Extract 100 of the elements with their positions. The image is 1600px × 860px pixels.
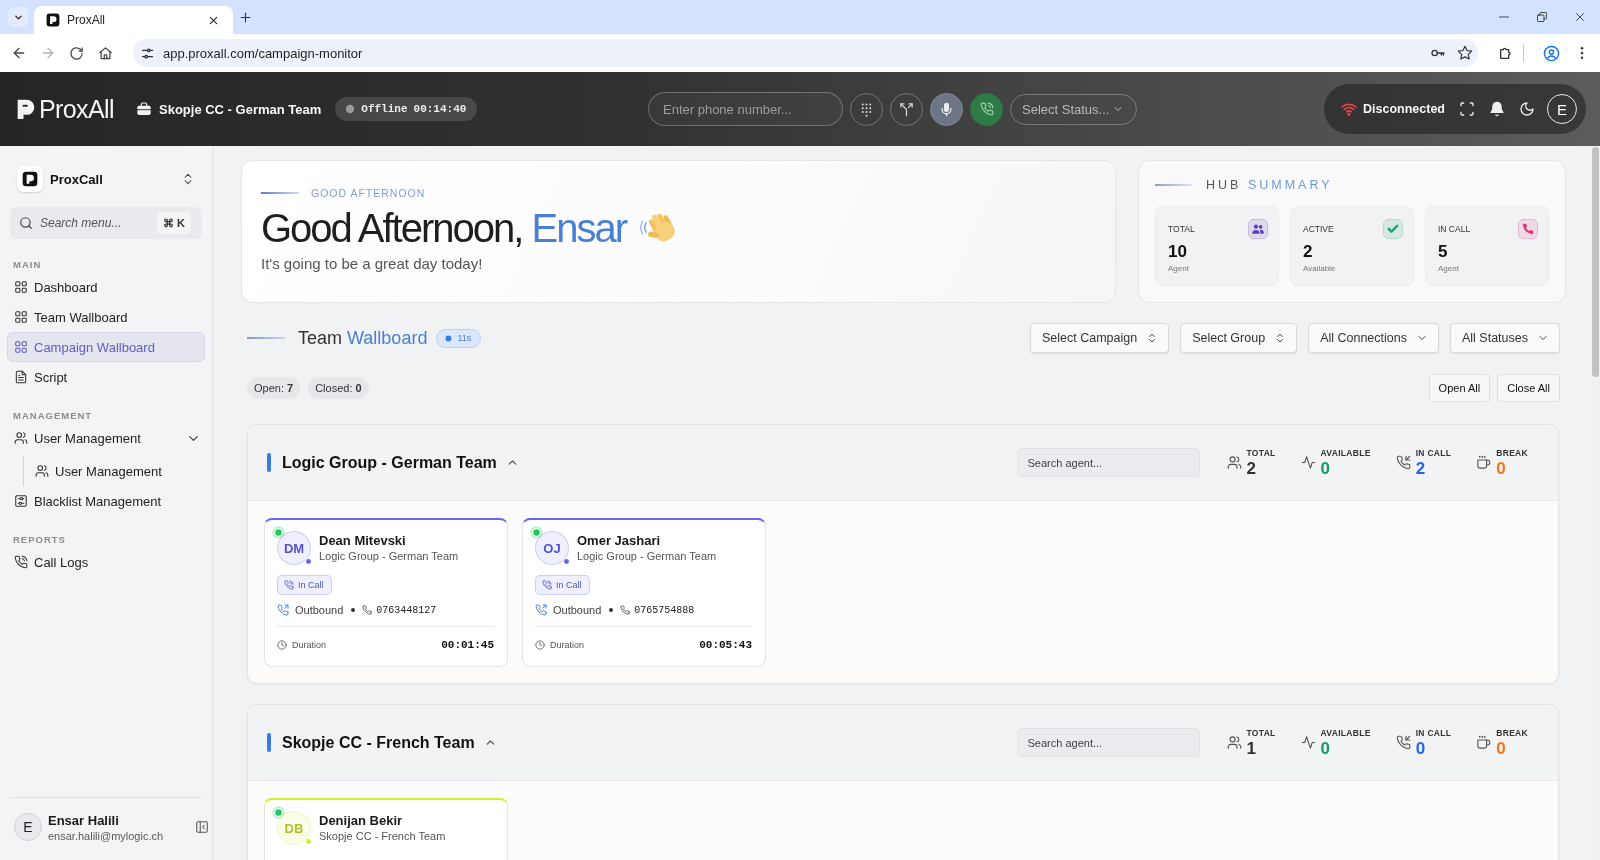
scrollbar-thumb[interactable] bbox=[1592, 147, 1599, 377]
coffee-cup-icon bbox=[1476, 735, 1492, 750]
stat-value: 2 bbox=[1246, 458, 1257, 478]
sidebar-item[interactable]: User Management bbox=[28, 456, 205, 486]
call-duration: 00:05:43 bbox=[699, 639, 752, 651]
url-text: app.proxall.com/campaign-monitor bbox=[163, 45, 363, 61]
browser-tab[interactable]: ProxAll bbox=[34, 6, 233, 34]
keyboard-shortcut: ⌘ K bbox=[157, 212, 191, 234]
sidebar-item[interactable]: Campaign Wallboard bbox=[7, 332, 205, 362]
filter-dropdown[interactable]: All Connections bbox=[1308, 323, 1439, 353]
stat-value: 0 bbox=[1415, 738, 1427, 758]
stat-value: 0 bbox=[1320, 738, 1332, 758]
sidebar-item[interactable]: Dashboard bbox=[7, 272, 205, 302]
filter-dropdown[interactable]: Select Campaign bbox=[1029, 323, 1170, 353]
tile-caption: Agent bbox=[1168, 264, 1190, 274]
call-direction: Outbound bbox=[295, 604, 344, 616]
live-dot-icon bbox=[445, 334, 453, 342]
sidebar-item[interactable]: Blacklist Management bbox=[7, 486, 205, 516]
tile-caption: Available bbox=[1303, 264, 1337, 274]
puzzle-piece-icon[interactable] bbox=[1498, 45, 1514, 61]
phone-icon bbox=[284, 580, 294, 590]
agent-avatar: DB bbox=[277, 811, 311, 845]
sliders-icon bbox=[14, 494, 28, 508]
briefcase-icon bbox=[136, 101, 152, 117]
dialpad-icon bbox=[859, 101, 874, 117]
stat-value: 0 bbox=[1320, 458, 1332, 478]
sidebar-item[interactable]: User Management bbox=[7, 423, 205, 453]
close-icon[interactable] bbox=[1574, 11, 1586, 23]
section-heading: MANAGEMENT bbox=[12, 409, 94, 423]
address-bar[interactable]: app.proxall.com/campaign-monitor bbox=[133, 39, 1478, 67]
users-icon bbox=[1248, 219, 1268, 239]
fullscreen-icon[interactable] bbox=[1459, 101, 1475, 117]
users-icon bbox=[1226, 735, 1242, 750]
search-icon bbox=[19, 216, 33, 230]
agent-name: Denijan Bekir bbox=[319, 813, 404, 829]
stat-label: AVAILABLE bbox=[1320, 447, 1371, 459]
check-icon bbox=[1383, 219, 1403, 239]
agent-card[interactable]: DB Denijan Bekir Skopje CC - French Team bbox=[264, 798, 508, 860]
count-chip: Open: 7 bbox=[247, 377, 301, 399]
notifications-bell-icon[interactable] bbox=[1489, 101, 1505, 117]
action-button[interactable]: Open All bbox=[1428, 374, 1491, 402]
agent-search-field[interactable]: Search agent... bbox=[1016, 728, 1200, 757]
sidebar-item[interactable]: Call Logs bbox=[7, 547, 205, 577]
bullet-icon bbox=[609, 608, 614, 612]
sidebar-item[interactable]: Script bbox=[7, 362, 205, 392]
home-icon[interactable] bbox=[98, 45, 113, 61]
app-logo-icon bbox=[46, 13, 60, 27]
duration-label: Duration bbox=[550, 640, 585, 650]
grid-icon bbox=[14, 280, 28, 294]
section-heading: REPORTS bbox=[12, 533, 67, 547]
star-icon[interactable] bbox=[1457, 45, 1473, 61]
presence-timer: 00:14:40 bbox=[413, 103, 467, 115]
microphone-button[interactable] bbox=[930, 92, 963, 126]
stat-label: IN CALL bbox=[1415, 447, 1452, 459]
phone-icon bbox=[1518, 219, 1538, 239]
agent-card[interactable]: OJ Omer Jashari Logic Group - German Team In Call Outbound 0765754888 Duration 00:05:43 bbox=[522, 518, 766, 667]
user-name: Ensar Halili bbox=[48, 813, 120, 828]
agent-name: Dean Mitevski bbox=[319, 533, 407, 549]
sidebar-item[interactable]: Team Wallboard bbox=[7, 302, 205, 332]
outgoing-call-icon bbox=[535, 604, 547, 616]
stat-label: AVAILABLE bbox=[1320, 727, 1371, 739]
tile-label: IN CALL bbox=[1438, 224, 1471, 234]
group-title: Logic Group - German Team bbox=[282, 453, 497, 472]
action-button[interactable]: Close All bbox=[1497, 374, 1560, 402]
hub-summary-title: HUB SUMMARY bbox=[1206, 178, 1333, 192]
stat-label: TOTAL bbox=[1246, 727, 1276, 739]
moon-icon[interactable] bbox=[1519, 101, 1535, 117]
document-icon bbox=[14, 370, 28, 384]
status-text: In Call bbox=[298, 580, 324, 590]
section-heading: MAIN bbox=[12, 258, 43, 272]
agent-card[interactable]: DM Dean Mitevski Logic Group - German Team In Call Outbound 0763448127 Duration 00:01:45 bbox=[264, 518, 508, 667]
phone-number: 0763448127 bbox=[376, 604, 437, 616]
users-icon bbox=[35, 464, 49, 478]
menu-search-field[interactable]: Search menu... ⌘ K bbox=[10, 207, 202, 239]
agent-avatar: OJ bbox=[535, 531, 569, 565]
tab-list-button[interactable] bbox=[8, 7, 28, 27]
user-email: ensar.halili@mylogic.ch bbox=[48, 830, 164, 842]
connection-status: Disconnected bbox=[1363, 102, 1445, 116]
stat-label: IN CALL bbox=[1415, 727, 1452, 739]
filter-dropdown[interactable]: Select Group bbox=[1180, 323, 1298, 353]
filter-dropdown[interactable]: All Statuses bbox=[1450, 323, 1560, 353]
close-icon[interactable] bbox=[208, 14, 219, 26]
logo-mark-icon bbox=[16, 98, 36, 120]
restore-icon[interactable] bbox=[1536, 11, 1548, 23]
workspace-name: ProxCall bbox=[50, 171, 103, 187]
collapse-sidebar-icon[interactable] bbox=[195, 820, 209, 834]
agent-search-field[interactable]: Search agent... bbox=[1016, 448, 1200, 477]
new-tab-icon[interactable] bbox=[239, 10, 252, 24]
greeting-heading: Good Afternoon, Ensar bbox=[261, 206, 628, 250]
agent-avatar: DM bbox=[277, 531, 311, 565]
greeting-eyebrow: GOOD AFTERNOON bbox=[311, 187, 426, 199]
profile-icon[interactable] bbox=[1543, 44, 1560, 62]
clock-icon bbox=[535, 640, 545, 650]
pulse-icon bbox=[1300, 455, 1316, 470]
users-icon bbox=[14, 431, 28, 445]
incoming-call-icon bbox=[1395, 735, 1411, 750]
tile-label: TOTAL bbox=[1168, 224, 1195, 234]
phone-icon bbox=[14, 555, 28, 569]
call-button[interactable] bbox=[970, 92, 1003, 126]
reload-icon[interactable] bbox=[69, 45, 84, 61]
